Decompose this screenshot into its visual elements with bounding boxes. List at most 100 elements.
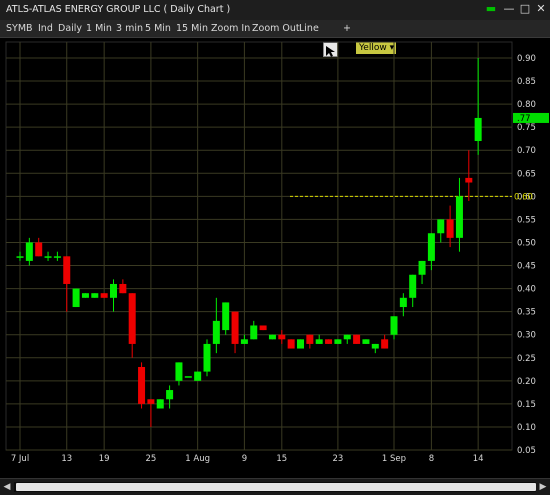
candle-body bbox=[16, 256, 24, 258]
candle-body bbox=[465, 177, 473, 183]
candle-body bbox=[53, 256, 61, 258]
candle-body bbox=[343, 334, 351, 340]
window-titlebar: ATLS-ATLAS ENERGY GROUP LLC ( Daily Char… bbox=[0, 0, 550, 20]
x-tick-label: 1 Aug bbox=[185, 454, 210, 464]
candle-body bbox=[306, 334, 314, 344]
candle-body bbox=[399, 297, 407, 308]
1min-button[interactable]: 1 Min bbox=[86, 23, 112, 34]
candle-body bbox=[44, 256, 52, 258]
candle-body bbox=[278, 334, 286, 340]
y-tick-label: 0.30 bbox=[517, 331, 536, 341]
y-tick-label: 0.40 bbox=[517, 285, 536, 295]
horizontal-scrollbar[interactable]: ◀ ▶ bbox=[0, 478, 550, 495]
candle-body bbox=[72, 288, 80, 308]
candle-body bbox=[268, 334, 276, 340]
x-tick-label: 15 bbox=[276, 454, 287, 464]
candle-body bbox=[353, 334, 361, 344]
candle-body bbox=[334, 339, 342, 344]
scroll-right-icon[interactable]: ▶ bbox=[537, 481, 549, 493]
y-tick-label: 0.20 bbox=[517, 377, 536, 387]
x-tick-label: 19 bbox=[99, 454, 110, 464]
candle-body bbox=[222, 302, 230, 331]
window-title: ATLS-ATLAS ENERGY GROUP LLC ( Daily Char… bbox=[6, 4, 231, 15]
y-tick-label: 0.75 bbox=[517, 123, 536, 133]
y-tick-label: 0.45 bbox=[517, 262, 536, 272]
x-tick-label: 1 Sep bbox=[382, 454, 406, 464]
y-tick-label: 0.50 bbox=[517, 238, 536, 248]
candle-body bbox=[184, 376, 192, 378]
y-tick-label: 0.35 bbox=[517, 308, 536, 318]
candle-body bbox=[259, 325, 267, 331]
line-button[interactable]: Line bbox=[299, 23, 319, 34]
candle-body bbox=[418, 260, 426, 275]
candle-body bbox=[91, 293, 99, 298]
scroll-left-icon[interactable]: ◀ bbox=[1, 481, 13, 493]
candle-body bbox=[110, 283, 117, 298]
y-tick-label: 0.70 bbox=[517, 146, 536, 156]
y-tick-label: 0.25 bbox=[517, 354, 536, 364]
candle-body bbox=[325, 339, 333, 344]
candle-body bbox=[35, 242, 43, 257]
candle-body bbox=[194, 371, 202, 381]
dock-button[interactable]: ▬ bbox=[484, 2, 498, 16]
y-tick-label: 0.80 bbox=[517, 100, 536, 110]
candle-body bbox=[231, 311, 239, 344]
candle-body bbox=[371, 343, 379, 349]
symbol-button[interactable]: SYMB bbox=[6, 23, 33, 34]
y-tick-label: 0.85 bbox=[517, 77, 536, 87]
candle-body bbox=[203, 343, 211, 372]
3min-button[interactable]: 3 min bbox=[116, 23, 143, 34]
y-tick-label: 0.55 bbox=[517, 215, 536, 225]
daily-button[interactable]: Daily bbox=[58, 23, 82, 34]
candlestick-chart[interactable]: 0.90 0.85 0.80 0.75 0.70 0.65 0.60 0.55 0.50 0.45… bbox=[0, 38, 550, 478]
minimize-button[interactable]: — bbox=[502, 2, 516, 16]
y-tick-label: 0.15 bbox=[517, 400, 536, 410]
level-line-label: 0.60 bbox=[514, 192, 533, 202]
candle-body bbox=[212, 320, 220, 344]
add-drawing-button[interactable]: + bbox=[343, 23, 351, 34]
x-tick-label: 13 bbox=[61, 454, 72, 464]
candle-body bbox=[175, 362, 183, 381]
candle-body bbox=[81, 293, 89, 298]
candle-body bbox=[100, 293, 108, 298]
y-tick-label: 0.90 bbox=[517, 54, 536, 64]
candle-body bbox=[446, 219, 454, 238]
candle-body bbox=[297, 339, 304, 349]
x-tick-label: 7 Jul bbox=[11, 454, 29, 464]
candle-body bbox=[287, 339, 295, 349]
15min-button[interactable]: 15 Min bbox=[176, 23, 208, 34]
candle-body bbox=[250, 325, 258, 340]
last-price-label: .77 bbox=[517, 114, 531, 124]
candle-body bbox=[240, 339, 248, 344]
candle-body bbox=[63, 256, 71, 284]
zoom-in-button[interactable]: Zoom In bbox=[211, 23, 250, 34]
y-tick-label: 0.05 bbox=[517, 446, 536, 456]
candle-body bbox=[147, 399, 155, 404]
candle-body bbox=[156, 399, 164, 409]
y-tick-label: 0.65 bbox=[517, 169, 536, 179]
maximize-button[interactable]: □ bbox=[518, 2, 532, 16]
indicators-button[interactable]: Ind bbox=[38, 23, 53, 34]
x-tick-label: 8 bbox=[429, 454, 434, 464]
chart-toolbar: SYMB Ind Daily 1 Min 3 min 5 Min 15 Min … bbox=[0, 20, 550, 57]
candle-body bbox=[315, 339, 323, 344]
x-tick-label: 14 bbox=[473, 454, 484, 464]
zoom-out-button[interactable]: Zoom Out bbox=[252, 23, 300, 34]
candle-body bbox=[128, 293, 136, 344]
candle-body bbox=[119, 283, 127, 294]
candle-body bbox=[427, 233, 435, 261]
candle-body bbox=[25, 242, 33, 261]
x-tick-label: 23 bbox=[332, 454, 343, 464]
x-tick-label: 9 bbox=[242, 454, 247, 464]
candle-body bbox=[362, 339, 370, 344]
5min-button[interactable]: 5 Min bbox=[145, 23, 171, 34]
close-button[interactable]: ✕ bbox=[534, 2, 548, 16]
candle-body bbox=[474, 117, 482, 142]
candle-body bbox=[390, 316, 398, 335]
candle-body bbox=[437, 219, 445, 234]
scroll-thumb[interactable] bbox=[16, 483, 536, 491]
candle-body bbox=[381, 339, 389, 349]
y-tick-label: 0.10 bbox=[517, 423, 536, 433]
candle-body bbox=[166, 390, 174, 400]
plot-area bbox=[5, 41, 513, 451]
